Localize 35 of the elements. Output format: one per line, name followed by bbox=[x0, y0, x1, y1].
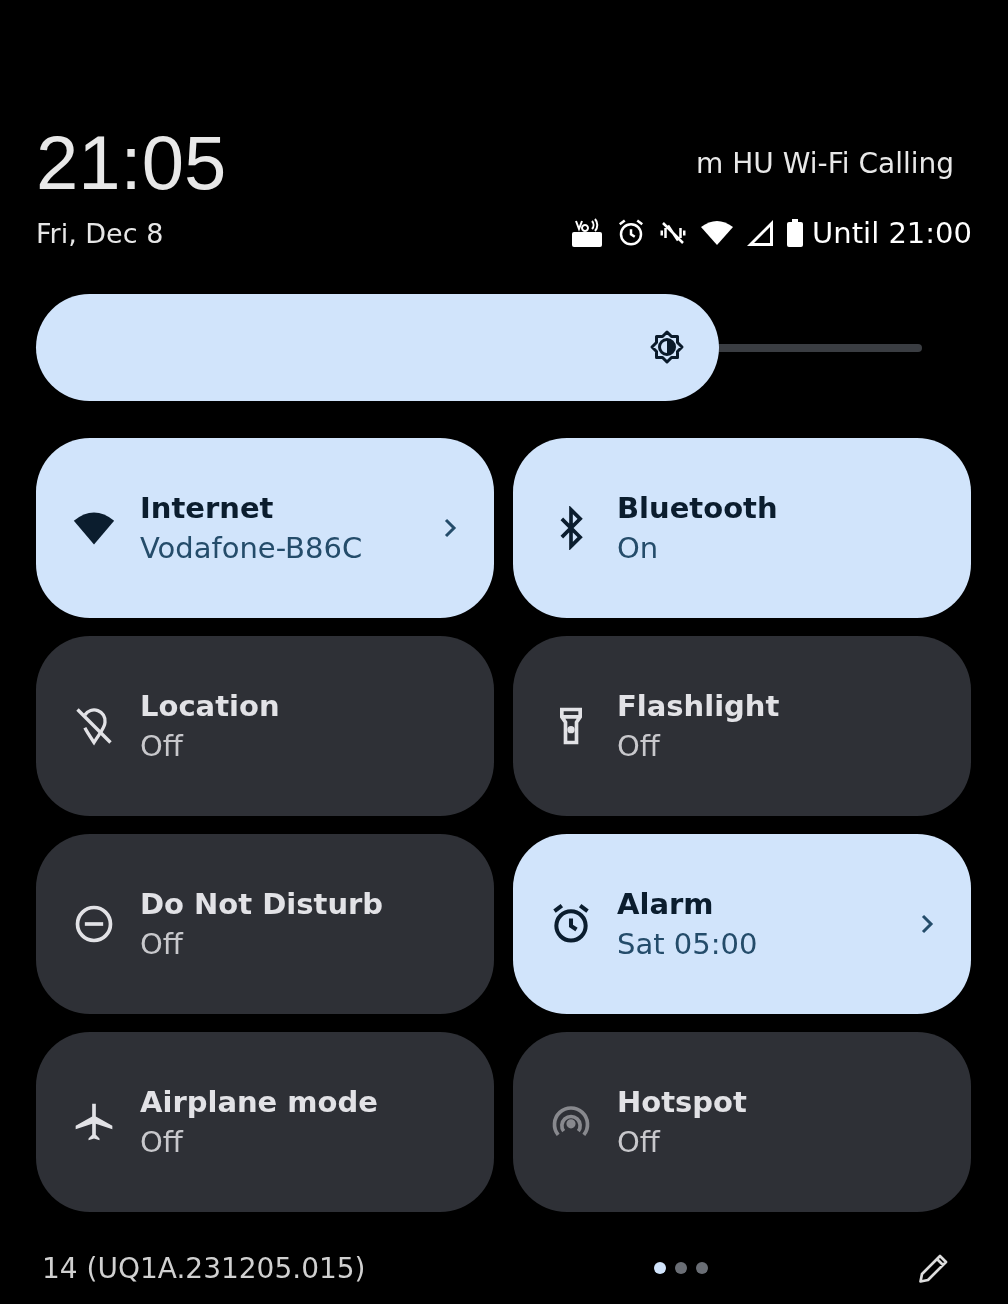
tile-label: Bluetooth bbox=[617, 491, 779, 525]
build-number: 14 (UQ1A.231205.015) bbox=[42, 1251, 366, 1285]
date-label: Fri, Dec 8 bbox=[36, 217, 164, 249]
tile-status: Off bbox=[140, 729, 185, 763]
tile-status: Off bbox=[140, 927, 185, 961]
tile-label: Do Not Disturb bbox=[140, 887, 385, 921]
tile-status: Off bbox=[617, 729, 662, 763]
tile-label: Alarm bbox=[617, 887, 715, 921]
tile-label: Airplane mode bbox=[140, 1085, 379, 1119]
tile-label: Flashlight bbox=[617, 689, 781, 723]
signal-icon bbox=[746, 218, 775, 248]
tile-status: On bbox=[617, 531, 660, 565]
brightness-icon bbox=[649, 329, 686, 365]
quick-setting-tile[interactable]: Internet Vodafone-B86C bbox=[36, 438, 494, 618]
carrier-label: m HU Wi-Fi Calling bbox=[696, 146, 954, 180]
battery-status: Until 21:00 bbox=[812, 216, 972, 250]
quick-setting-tile[interactable]: Location Off bbox=[36, 636, 494, 816]
tile-label: Location bbox=[140, 689, 281, 723]
tile-label: Internet bbox=[140, 491, 275, 525]
quick-setting-tile[interactable]: Alarm Sat 05:00 bbox=[513, 834, 971, 1014]
tile-status: Off bbox=[617, 1125, 662, 1159]
quick-setting-tile[interactable]: Do Not Disturb Off bbox=[36, 834, 494, 1014]
page-indicator-dot[interactable] bbox=[695, 1262, 708, 1274]
quick-setting-tile[interactable]: Bluetooth On bbox=[513, 438, 971, 618]
clock-time: 21:05 bbox=[36, 119, 227, 207]
page-indicator-dot[interactable] bbox=[674, 1262, 687, 1274]
tile-status: Off bbox=[140, 1125, 185, 1159]
tile-status: Sat 05:00 bbox=[617, 927, 759, 961]
battery-icon bbox=[786, 218, 805, 248]
tile-status: Vodafone-B86C bbox=[140, 531, 364, 565]
quick-setting-tile[interactable]: Airplane mode Off bbox=[36, 1032, 494, 1212]
tile-label: Hotspot bbox=[617, 1085, 748, 1119]
page-indicator-dot[interactable] bbox=[653, 1262, 666, 1274]
volte-icon bbox=[570, 218, 605, 248]
quick-setting-tile[interactable]: Flashlight Off bbox=[513, 636, 971, 816]
